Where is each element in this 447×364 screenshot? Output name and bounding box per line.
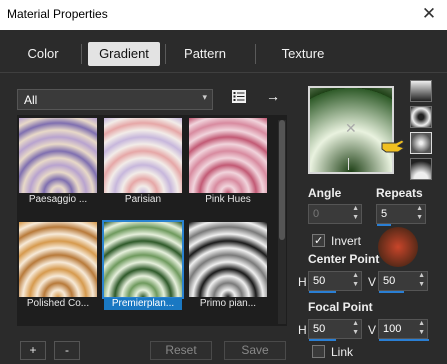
- gradient-name: Premierplan...: [104, 298, 182, 310]
- gradient-swatch: [102, 220, 184, 299]
- center-h-label: H: [298, 275, 307, 289]
- angle-value: 0: [313, 208, 320, 220]
- angle-label: Angle: [308, 186, 342, 200]
- focal-point-label: Focal Point: [308, 300, 373, 314]
- focal-h-value: 50: [313, 323, 326, 335]
- angle-spinner[interactable]: 0 ▲ ▼: [308, 204, 362, 224]
- center-v-spinner[interactable]: 50 ▲ ▼: [378, 271, 428, 293]
- gradient-name: Pink Hues: [205, 194, 251, 205]
- decrease-icon[interactable]: ▼: [352, 329, 359, 336]
- center-v-bar: [379, 291, 404, 293]
- gradient-thumb[interactable]: Polished Co...: [19, 222, 97, 310]
- increase-icon[interactable]: ▲: [352, 320, 359, 327]
- center-v-value: 50: [383, 275, 396, 287]
- repeats-bar: [377, 224, 391, 226]
- radial-icon: [411, 159, 431, 179]
- center-h-spinner[interactable]: 50 ▲ ▼: [308, 271, 362, 293]
- rectangular-style-button[interactable]: [410, 106, 432, 128]
- decrease-icon[interactable]: ▼: [352, 281, 359, 288]
- decrease-icon[interactable]: ▼: [418, 329, 425, 336]
- gradient-swatch: [189, 118, 267, 193]
- linear-style-button[interactable]: [410, 80, 432, 102]
- radial-style-button[interactable]: [410, 158, 432, 180]
- link-checkbox[interactable]: [312, 345, 325, 358]
- sunburst-icon: [411, 133, 431, 153]
- increase-icon[interactable]: ▲: [352, 272, 359, 279]
- gradient-name: Parisian: [124, 194, 162, 205]
- focal-h-label: H: [298, 323, 307, 337]
- sunburst-style-button[interactable]: [410, 132, 432, 154]
- chevron-down-icon: ▾: [202, 92, 207, 102]
- increase-icon[interactable]: ▲: [418, 272, 425, 279]
- repeats-label: Repeats: [376, 186, 423, 200]
- book-icon[interactable]: [231, 89, 247, 104]
- repeats-value: 5: [381, 208, 388, 220]
- check-icon: ✓: [314, 235, 324, 247]
- decrease-icon[interactable]: ▼: [416, 214, 423, 221]
- gradient-thumb[interactable]: Paesaggio ...: [19, 118, 97, 206]
- gradient-thumb[interactable]: Primo pian...: [189, 222, 267, 310]
- decrease-icon[interactable]: ▼: [418, 281, 425, 288]
- gradient-thumb[interactable]: Premierplan...: [102, 220, 184, 310]
- close-icon[interactable]: ✕: [417, 3, 441, 25]
- gradient-name: Polished Co...: [26, 298, 90, 309]
- gradient-swatch: [19, 118, 97, 193]
- link-label: Link: [331, 345, 354, 359]
- title-bar: Material Properties ✕: [0, 0, 447, 30]
- gradient-name: Paesaggio ...: [28, 194, 88, 205]
- tab-separator: [255, 44, 256, 64]
- gradient-thumb[interactable]: Parisian: [104, 118, 182, 206]
- increase-icon[interactable]: ▲: [416, 205, 423, 212]
- center-marker-icon[interactable]: ✕: [345, 120, 357, 137]
- gradient-thumb[interactable]: Pink Hues: [189, 118, 267, 206]
- focal-h-bar: [309, 339, 336, 341]
- tab-separator: [165, 44, 166, 64]
- gradient-swatch: [189, 222, 267, 297]
- decrease-icon[interactable]: ▼: [352, 214, 359, 221]
- gradient-swatch: [104, 118, 182, 193]
- tab-separator: [81, 44, 82, 64]
- center-h-bar: [309, 291, 336, 293]
- center-h-value: 50: [313, 275, 326, 287]
- gradient-gallery: Paesaggio ... Parisian Pink Hues Polishe…: [17, 115, 287, 326]
- category-value: All: [24, 93, 38, 107]
- center-v-label: V: [368, 275, 377, 289]
- gradient-name: Primo pian...: [199, 298, 257, 309]
- pointing-hand-icon: [381, 139, 406, 153]
- focal-v-spinner[interactable]: 100 ▲ ▼: [378, 319, 429, 341]
- increase-icon[interactable]: ▲: [418, 320, 425, 327]
- tab-color[interactable]: Color: [10, 42, 76, 66]
- scrollbar-thumb[interactable]: [279, 120, 285, 240]
- reset-button[interactable]: Reset: [150, 341, 212, 360]
- center-point-label: Center Point: [308, 252, 380, 266]
- gradient-preview[interactable]: ✕: [308, 86, 394, 174]
- category-select[interactable]: All ▾: [17, 89, 213, 110]
- window-title: Material Properties: [7, 7, 108, 21]
- gradient-swatch: [19, 222, 97, 297]
- focal-v-value: 100: [383, 323, 402, 335]
- focal-h-spinner[interactable]: 50 ▲ ▼: [308, 319, 362, 341]
- focal-v-label: V: [368, 323, 377, 337]
- divider: [0, 72, 447, 73]
- invert-label: Invert: [331, 234, 362, 248]
- invert-checkbox[interactable]: ✓: [312, 234, 325, 247]
- remove-button[interactable]: -: [54, 341, 80, 360]
- rectangular-icon: [411, 107, 431, 127]
- focal-marker-icon[interactable]: [348, 158, 349, 170]
- add-button[interactable]: +: [20, 341, 46, 360]
- save-button[interactable]: Save: [224, 341, 286, 360]
- arrow-right-icon[interactable]: →: [266, 88, 280, 104]
- linear-icon: [411, 81, 431, 101]
- tab-texture[interactable]: Texture: [264, 42, 342, 66]
- tab-gradient[interactable]: Gradient: [88, 42, 160, 66]
- increase-icon[interactable]: ▲: [352, 205, 359, 212]
- avatar: [378, 227, 418, 267]
- repeats-spinner[interactable]: 5 ▲ ▼: [376, 204, 426, 226]
- tab-pattern[interactable]: Pattern: [170, 42, 240, 66]
- focal-v-bar: [379, 339, 429, 341]
